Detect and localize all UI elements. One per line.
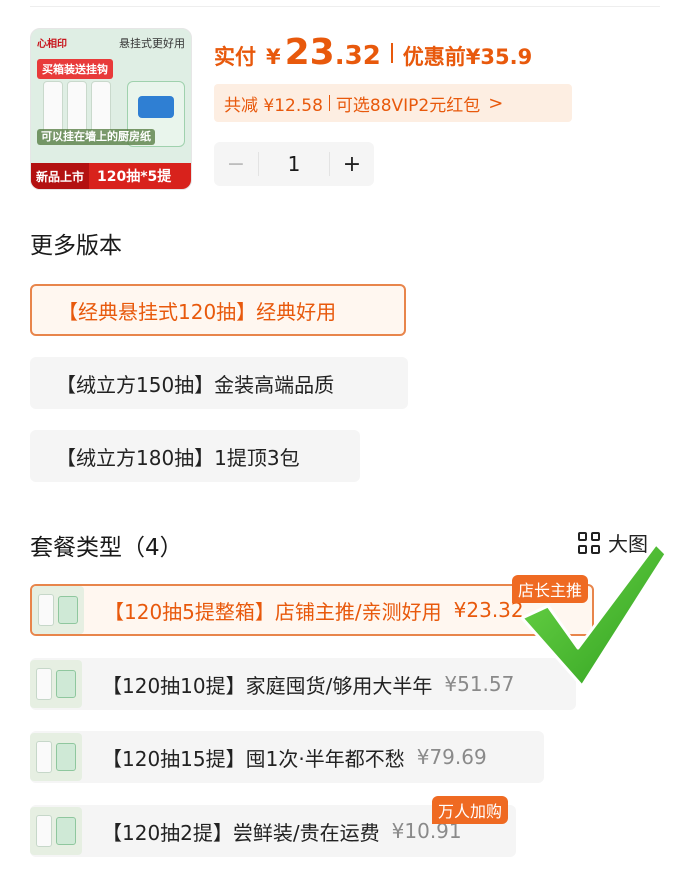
decrease-button[interactable]: − — [214, 142, 258, 186]
discount-separator — [328, 95, 330, 111]
thumb-caption: 可以挂在墙上的厨房纸 — [37, 129, 155, 145]
package-label: 【120抽5提整箱】店铺主推/亲测好用 — [104, 599, 442, 624]
quantity-value[interactable]: 1 — [258, 152, 330, 176]
top-divider — [30, 6, 660, 7]
package-option-1[interactable]: 【120抽10提】家庭囤货/够用大半年 ¥51.57 — [30, 658, 576, 710]
price-before-label: 优惠前 — [402, 45, 466, 69]
thumb-spec: 120抽*5提 — [97, 169, 172, 185]
increase-button[interactable]: + — [330, 142, 374, 186]
thumb-tagline: 悬挂式更好用 — [119, 37, 185, 50]
version-option-2[interactable]: 【绒立方180抽】1提顶3包 — [30, 430, 360, 482]
discount-bar[interactable]: 共减 ¥12.58 可选88VIP2元红包 > — [214, 84, 572, 122]
price-label: 实付 — [214, 45, 256, 69]
quantity-stepper: − 1 + — [214, 142, 374, 186]
package-thumbnail — [30, 733, 82, 781]
badge-popular: 万人加购 — [432, 796, 509, 824]
version-option-0[interactable]: 【经典悬挂式120抽】经典好用 — [30, 284, 406, 336]
package-label: 【120抽10提】家庭囤货/够用大半年 — [102, 673, 433, 698]
price-integer: 23 — [284, 32, 335, 73]
package-option-0[interactable]: 【120抽5提整箱】店铺主推/亲测好用 ¥23.32 — [30, 584, 594, 636]
version-option-1[interactable]: 【绒立方150抽】金装高端品质 — [30, 357, 408, 409]
chevron-right-icon: > — [488, 92, 504, 114]
package-option-2[interactable]: 【120抽15提】囤1次·半年都不愁 ¥79.69 — [30, 731, 544, 783]
price-currency: ¥ — [266, 45, 281, 69]
price-row: 实付 ¥ 23 .32 优惠前 ¥35.9 — [214, 32, 532, 73]
discount-vip: 可选88VIP2元红包 — [335, 95, 481, 116]
discount-total: 共减 ¥12.58 — [224, 95, 323, 116]
package-thumbnail — [30, 660, 82, 708]
package-price: ¥79.69 — [416, 745, 487, 769]
thumb-new-label: 新品上市 — [31, 163, 90, 189]
packages-title: 套餐类型（4） — [30, 535, 183, 561]
price-decimal: .32 — [334, 41, 381, 71]
price-before-value: ¥35.9 — [465, 45, 533, 69]
package-label: 【120抽2提】尝鲜装/贵在运费 — [102, 820, 380, 845]
thumb-bottom-bar: 新品上市 120抽*5提 — [31, 163, 191, 189]
package-thumbnail — [30, 807, 82, 855]
price-separator — [390, 42, 393, 63]
product-thumbnail[interactable]: 心相印 悬挂式更好用 买箱装送挂钩 可以挂在墙上的厨房纸 新品上市 120抽*5… — [30, 28, 192, 190]
thumb-brand: 心相印 — [37, 39, 67, 50]
thumb-sticker: 买箱装送挂钩 — [37, 59, 113, 79]
version-option-label: 【绒立方180抽】1提顶3包 — [56, 445, 300, 470]
versions-title: 更多版本 — [30, 233, 122, 259]
check-mark-icon — [520, 542, 668, 688]
package-thumbnail — [32, 586, 84, 634]
version-option-label: 【经典悬挂式120抽】经典好用 — [58, 299, 337, 324]
version-option-label: 【绒立方150抽】金装高端品质 — [56, 372, 335, 397]
package-label: 【120抽15提】囤1次·半年都不愁 — [102, 746, 405, 771]
